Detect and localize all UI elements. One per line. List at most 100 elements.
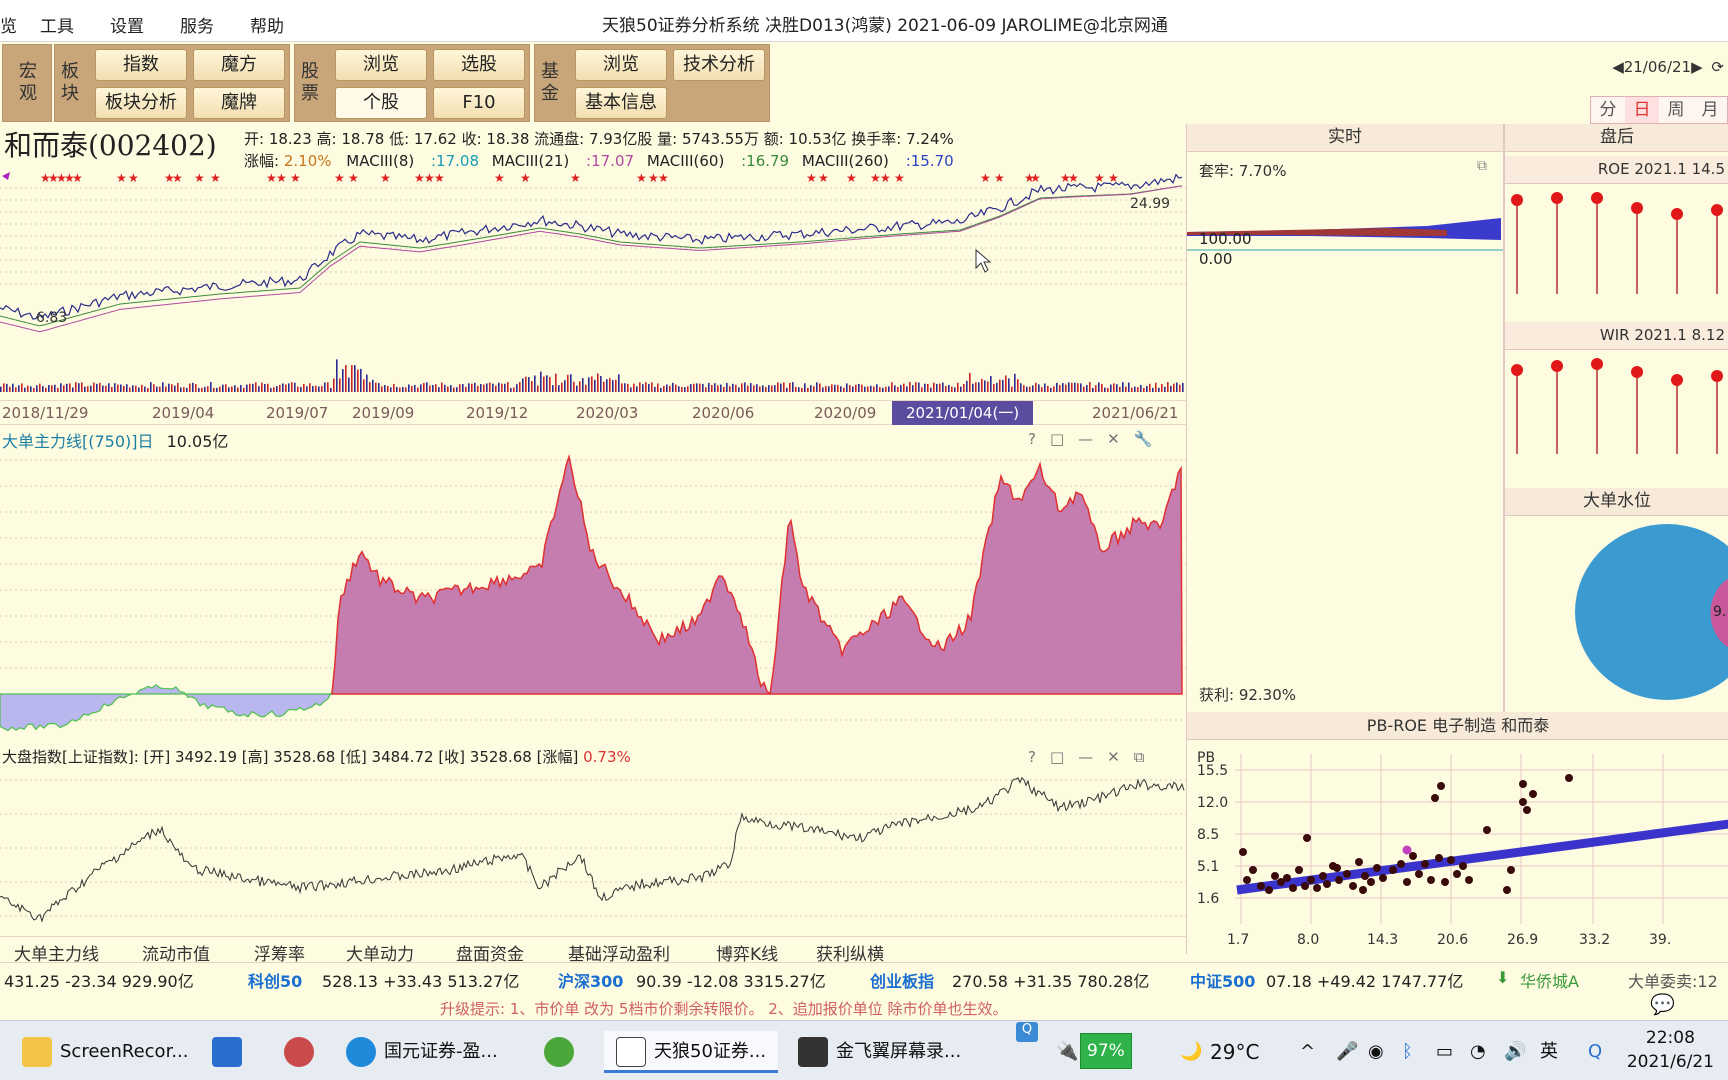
battery-indicator[interactable]: 97% (1080, 1033, 1132, 1069)
volume-bar (174, 385, 176, 392)
system-clock[interactable]: 22:08 2021/6/21 (1627, 1026, 1714, 1074)
pb-roe-scatter-chart[interactable]: PB 15.512.08.55.11.61.7 8.0 14.3 20.6 26.9 33… (1187, 740, 1728, 952)
edge-tray-icon[interactable]: ◉ (1368, 1031, 1384, 1073)
taskbar-mail[interactable] (212, 1031, 250, 1073)
volume-bar (633, 383, 635, 392)
period-week[interactable]: 周 (1659, 97, 1693, 123)
chat-icon[interactable]: 💬 (1650, 992, 1675, 1016)
menu-settings[interactable]: 设置 (110, 12, 144, 37)
help-icon[interactable]: ? (1028, 748, 1050, 766)
maximize-icon[interactable]: □ (1050, 748, 1078, 766)
period-month[interactable]: 月 (1693, 97, 1727, 123)
speaker-icon[interactable]: 🔊 (1504, 1031, 1526, 1073)
microphone-icon[interactable]: 🎤 (1336, 1031, 1358, 1073)
realtime-header[interactable]: 实时 (1187, 124, 1503, 152)
ticker-index-name[interactable]: 科创50 (248, 968, 302, 992)
maximize-icon[interactable]: □ (1050, 430, 1078, 448)
wrench-icon[interactable]: 🔧 (1134, 430, 1167, 448)
volume-bar (936, 383, 938, 392)
volume-bar (60, 383, 62, 392)
basic-info-button[interactable]: 基本信息 (575, 87, 667, 119)
tech-analysis-button[interactable]: 技术分析 (673, 49, 765, 81)
scatter-point (1335, 876, 1343, 884)
after-hours-header[interactable]: 盘后 (1505, 124, 1728, 152)
close-icon[interactable]: ✕ (1107, 748, 1134, 766)
fund-browse-button[interactable]: 浏览 (575, 49, 667, 81)
input-method-icon[interactable]: 英 (1540, 1031, 1558, 1073)
volume-bar (144, 386, 146, 392)
volume-bar (414, 384, 416, 392)
refresh-icon[interactable]: ⟳ (1711, 58, 1724, 76)
qq-tray-icon[interactable]: Q (1588, 1031, 1602, 1073)
period-day[interactable]: 日 (1625, 97, 1659, 123)
edge-icon (346, 1037, 376, 1067)
date-navigator[interactable]: ◀21/06/21▶ ⟳ (1612, 58, 1724, 76)
ticker-big-sell: 大单委卖:12 (1628, 972, 1718, 991)
date-nav-text[interactable]: ◀21/06/21▶ (1612, 58, 1702, 76)
scatter-point (1271, 872, 1279, 880)
volume-bar (552, 385, 554, 392)
block-analysis-button[interactable]: 板块分析 (95, 87, 187, 119)
volume-bar (138, 387, 140, 392)
minimize-icon[interactable]: — (1078, 430, 1107, 448)
lollipop-dot (1631, 366, 1643, 378)
volume-bar (399, 387, 401, 392)
volume-bar (96, 383, 98, 392)
menu-help[interactable]: 帮助 (250, 12, 284, 37)
period-minute[interactable]: 分 (1591, 97, 1625, 123)
wifi-icon[interactable]: ◔ (1470, 1031, 1486, 1073)
selected-date-label[interactable]: 2021/01/04(一) (892, 401, 1034, 425)
taskbar-app-guoyuan[interactable]: 国元证券-盈... (346, 1031, 498, 1073)
kline-chart[interactable]: ★★★★★ ★ ★ ★★ ★ ★ ★ ★ ★ ★ ★ ★ ★ ★ ★ ★ ★ ★ ★ ★ ★ ★ ★ ★ ★ ★ ★ ★ ★ ★★ ★★ ★ ★… (0, 168, 1186, 400)
bluetooth-icon[interactable]: ᛒ (1402, 1031, 1413, 1073)
volume-bar (45, 387, 47, 392)
big-order-title: 大单主力线[(750)]日 (2, 432, 154, 451)
battery-tray-icon[interactable]: ▭ (1436, 1031, 1453, 1073)
volume-bar (990, 375, 992, 392)
volume-bar (774, 385, 776, 392)
power-plug-icon[interactable]: 🔌 (1056, 1031, 1078, 1073)
expand-icon[interactable]: ⧉ (1477, 158, 1487, 174)
ticker-index-name[interactable]: 创业板指 (870, 968, 934, 992)
stock-pick-button[interactable]: 选股 (433, 49, 525, 81)
volume-bar (501, 383, 503, 392)
volume-bar (1017, 379, 1019, 392)
task-label: 天狼50证券... (654, 1041, 767, 1062)
index-button[interactable]: 指数 (95, 49, 187, 81)
big-order-chart[interactable] (0, 450, 1186, 740)
signal-star: ★ (570, 171, 581, 185)
qq-badge-icon[interactable]: Q (1016, 1022, 1038, 1042)
taskbar-app-recorder[interactable]: 金飞翼屏幕录... (798, 1031, 961, 1073)
f10-button[interactable]: F10 (433, 87, 525, 119)
magic-cube-button[interactable]: 魔方 (193, 49, 285, 81)
magic-card-button[interactable]: 魔牌 (193, 87, 285, 119)
group-fund: 基金 浏览 技术分析 基本信息 (534, 44, 770, 122)
chevron-up-icon[interactable]: ^ (1300, 1031, 1315, 1073)
minimize-icon[interactable]: — (1078, 748, 1107, 766)
taskbar-app-screenrecorder[interactable]: ScreenRecor... (22, 1031, 188, 1073)
volume-bar (1122, 382, 1124, 392)
help-icon[interactable]: ? (1028, 430, 1050, 448)
ticker-index-name[interactable]: 中证500 (1190, 968, 1255, 992)
menu-service[interactable]: 服务 (180, 12, 214, 37)
volume-bar (708, 382, 710, 392)
macro-label[interactable]: 宏观 (15, 61, 41, 105)
restore-icon[interactable]: ⧉ (1134, 748, 1159, 766)
volume-bar (966, 380, 968, 392)
volume-bar (54, 384, 56, 392)
taskbar-app-tianlang[interactable]: 天狼50证券... (604, 1031, 779, 1073)
task-label: ScreenRecor... (60, 1041, 189, 1062)
volume-bar (798, 387, 800, 392)
volume-bar (420, 384, 422, 392)
ticker-index-name[interactable]: 沪深300 (558, 968, 623, 992)
menu-tools[interactable]: 工具 (40, 12, 74, 37)
taskbar-ie[interactable] (544, 1031, 582, 1073)
weather-temp[interactable]: 29°C (1210, 1031, 1259, 1073)
ticker-stock[interactable]: 华侨城A (1520, 968, 1579, 992)
close-icon[interactable]: ✕ (1107, 430, 1134, 448)
volume-bar (705, 387, 707, 392)
taskbar-tool[interactable] (284, 1031, 322, 1073)
market-chart[interactable] (0, 768, 1186, 936)
single-stock-button[interactable]: 个股 (335, 87, 427, 119)
stock-browse-button[interactable]: 浏览 (335, 49, 427, 81)
